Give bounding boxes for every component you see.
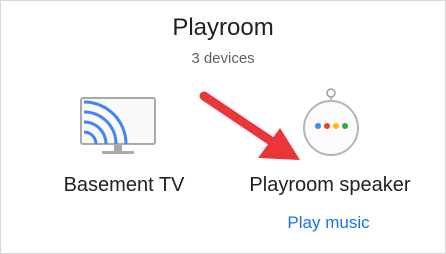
device-count: 3 devices <box>191 50 255 67</box>
room-title: Playroom <box>172 14 274 41</box>
device-basement-tv[interactable]: Basement TV <box>44 88 204 198</box>
device-label: Basement TV <box>63 174 185 196</box>
device-label: Playroom speaker <box>249 174 411 196</box>
tv-cast-icon <box>80 97 156 154</box>
smart-speaker-icon <box>303 88 359 156</box>
play-music-link[interactable]: Play music <box>256 213 401 233</box>
annotation-arrow-icon <box>199 91 300 160</box>
